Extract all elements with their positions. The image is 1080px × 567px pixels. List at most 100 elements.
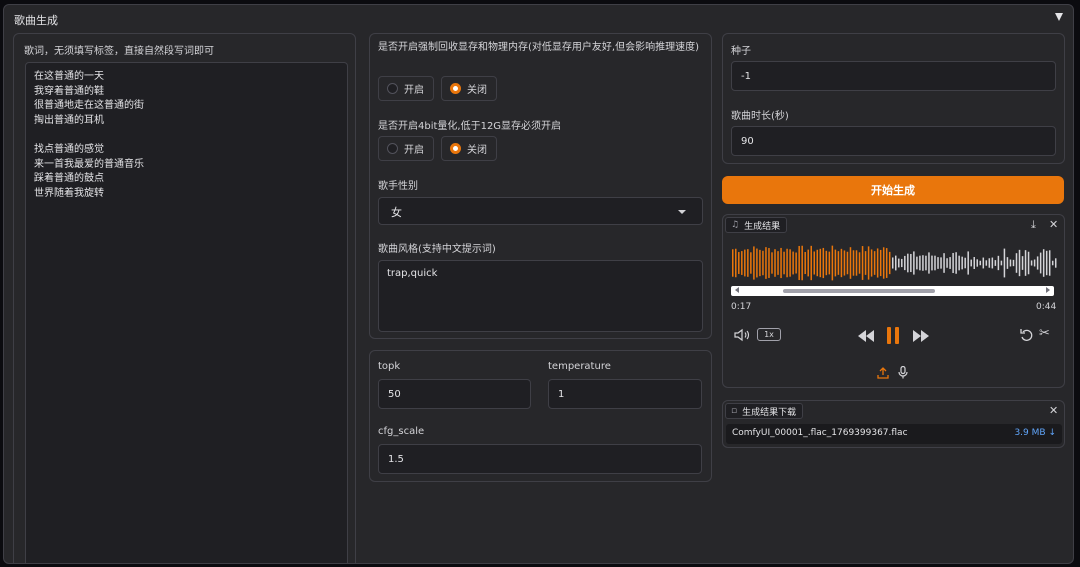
waveform-bar bbox=[934, 255, 936, 271]
result-label: 生成结果 bbox=[744, 221, 781, 232]
speed-button[interactable]: 1x bbox=[757, 328, 781, 341]
scrollbar-thumb[interactable] bbox=[783, 289, 935, 293]
waveform-bar bbox=[807, 249, 809, 277]
undo-icon[interactable] bbox=[1020, 328, 1034, 342]
waveform-bar bbox=[792, 251, 794, 275]
waveform-bar bbox=[1024, 250, 1027, 276]
pause-icon[interactable] bbox=[886, 327, 900, 344]
waveform-bar bbox=[919, 255, 921, 271]
waveform-bar bbox=[840, 248, 843, 278]
waveform-bar bbox=[738, 252, 740, 274]
waveform-bar bbox=[1018, 249, 1021, 277]
quant4bit-on-radio[interactable]: 开启 bbox=[378, 136, 434, 161]
waveform-bar bbox=[958, 255, 960, 271]
waveform-bar bbox=[756, 248, 758, 278]
rewind-icon[interactable] bbox=[857, 330, 875, 342]
close-icon[interactable]: ✕ bbox=[1049, 219, 1058, 231]
waveform-bar bbox=[967, 251, 969, 275]
lyrics-label: 歌词，无须填写标签，直接自然段写词即可 bbox=[24, 46, 214, 57]
lyrics-panel: 歌词，无须填写标签，直接自然段写词即可 在这普通的一天 我穿着普通的鞋 很普通地… bbox=[13, 33, 356, 563]
waveform-bar bbox=[1042, 249, 1045, 277]
style-textarea[interactable]: trap,quick bbox=[378, 260, 703, 332]
download-file-row[interactable]: ComfyUI_00001_.flac_1769399367.flac 3.9 … bbox=[726, 424, 1062, 444]
gender-label: 歌手性别 bbox=[378, 181, 418, 192]
waveform[interactable] bbox=[732, 243, 1058, 283]
memory-release-off-label: 关闭 bbox=[467, 85, 487, 96]
waveform-bar bbox=[1051, 260, 1054, 266]
volume-icon[interactable] bbox=[734, 328, 750, 342]
waveform-bar bbox=[774, 249, 776, 277]
waveform-bar bbox=[976, 259, 979, 267]
waveform-bar bbox=[873, 251, 876, 275]
triangle-down-icon[interactable] bbox=[1055, 13, 1063, 21]
cfg-scale-input[interactable]: 1.5 bbox=[378, 444, 702, 474]
quant4bit-on-label: 开启 bbox=[404, 145, 424, 156]
waveform-bar bbox=[876, 248, 879, 278]
memory-release-off-radio[interactable]: 关闭 bbox=[441, 76, 497, 101]
waveform-bar bbox=[855, 250, 858, 276]
memory-release-on-label: 开启 bbox=[404, 85, 424, 96]
waveform-bar bbox=[985, 260, 988, 266]
seed-input[interactable]: -1 bbox=[731, 61, 1056, 91]
waveform-bar bbox=[747, 249, 749, 277]
duration-input[interactable]: 90 bbox=[731, 126, 1056, 156]
waveform-bar bbox=[970, 259, 972, 267]
section-header[interactable]: 歌曲生成 bbox=[4, 5, 1073, 33]
waveform-bar bbox=[828, 251, 831, 275]
options-panel: 是否开启强制回收显存和物理内存(对低显存用户友好,但会影响推理速度) 开启 关闭… bbox=[369, 33, 712, 339]
temperature-input[interactable]: 1 bbox=[548, 379, 702, 409]
lyrics-textarea[interactable]: 在这普通的一天 我穿着普通的鞋 很普通地走在这普通的街 掏出普通的耳机 找点普通… bbox=[25, 62, 348, 563]
topk-input[interactable]: 50 bbox=[378, 379, 531, 409]
gender-value: 女 bbox=[391, 206, 402, 219]
waveform-bar bbox=[1045, 250, 1048, 276]
waveform-bar bbox=[904, 255, 906, 271]
download-arrow-icon: ↓ bbox=[1048, 428, 1056, 438]
scroll-right-arrow-icon[interactable] bbox=[1046, 287, 1050, 293]
file-icon: ▫ bbox=[731, 406, 738, 416]
waveform-bar bbox=[825, 250, 828, 276]
scroll-left-arrow-icon[interactable] bbox=[735, 287, 739, 293]
gender-select[interactable]: 女 bbox=[378, 197, 703, 225]
waveform-bar bbox=[843, 250, 846, 276]
duration-label: 歌曲时长(秒) bbox=[731, 111, 789, 122]
waveform-bar bbox=[864, 251, 867, 275]
waveform-bar bbox=[819, 248, 822, 278]
waveform-bar bbox=[955, 252, 957, 274]
waveform-bar bbox=[759, 249, 761, 277]
total-time: 0:44 bbox=[1036, 302, 1057, 312]
microphone-icon[interactable] bbox=[898, 366, 908, 379]
waveform-bar bbox=[891, 257, 894, 269]
waveform-bar bbox=[858, 252, 861, 274]
download-file-size[interactable]: 3.9 MB ↓ bbox=[1014, 428, 1056, 438]
waveform-scrollbar[interactable] bbox=[731, 286, 1054, 296]
waveform-bar bbox=[780, 247, 782, 279]
memory-release-label: 是否开启强制回收显存和物理内存(对低显存用户友好,但会影响推理速度) bbox=[378, 42, 699, 53]
waveform-bar bbox=[879, 249, 882, 277]
download-icon[interactable]: ⤓ bbox=[1031, 219, 1036, 231]
waveform-bar bbox=[979, 260, 982, 266]
style-label: 歌曲风格(支持中文提示词) bbox=[378, 244, 496, 255]
waveform-bar bbox=[798, 245, 800, 281]
waveform-bar bbox=[1048, 250, 1051, 276]
waveform-bar bbox=[846, 251, 849, 275]
download-label: 生成结果下载 bbox=[742, 407, 797, 418]
waveform-bar bbox=[837, 251, 840, 275]
fast-forward-icon[interactable] bbox=[912, 330, 930, 342]
download-file-name: ComfyUI_00001_.flac_1769399367.flac bbox=[732, 428, 908, 438]
waveform-bar bbox=[732, 249, 734, 277]
waveform-bar bbox=[988, 258, 991, 268]
close-icon[interactable]: ✕ bbox=[1049, 405, 1058, 417]
memory-release-on-radio[interactable]: 开启 bbox=[378, 76, 434, 101]
quant4bit-off-radio[interactable]: 关闭 bbox=[441, 136, 497, 161]
upload-icon[interactable] bbox=[877, 367, 889, 379]
generate-button[interactable]: 开始生成 bbox=[722, 176, 1064, 204]
scissors-icon[interactable]: ✂ bbox=[1039, 327, 1050, 340]
quant4bit-off-label: 关闭 bbox=[467, 145, 487, 156]
waveform-bar bbox=[994, 260, 997, 266]
waveform-bar bbox=[777, 251, 779, 275]
quant4bit-label: 是否开启4bit量化,低于12G显存必须开启 bbox=[378, 121, 562, 132]
current-time: 0:17 bbox=[731, 302, 752, 312]
waveform-bar bbox=[795, 252, 797, 274]
song-generation-section: 歌曲生成 歌词，无须填写标签，直接自然段写词即可 在这普通的一天 我穿着普通的鞋… bbox=[3, 4, 1074, 564]
waveform-bar bbox=[1021, 256, 1024, 270]
